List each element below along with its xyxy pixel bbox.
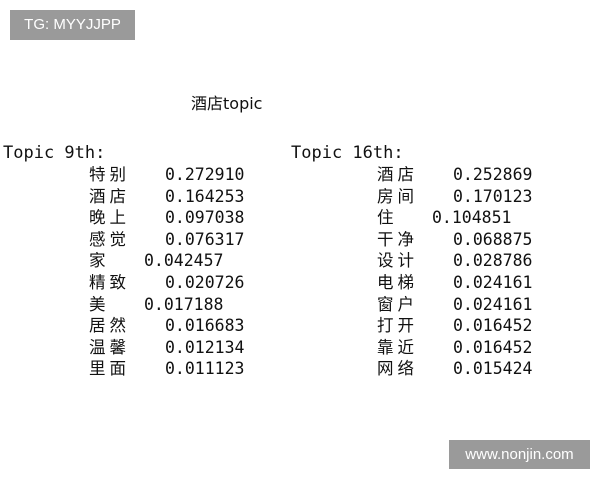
list-item: 打开 0.016452 [291,315,532,337]
topic-weight: 0.164253 [165,186,245,206]
list-item: 精致 0.020726 [3,272,244,294]
topic-heading: Topic 9th: [3,143,106,163]
topic-weight: 0.097038 [165,208,245,228]
topic-heading: Topic 16th: [291,143,404,163]
list-item: 感觉 0.076317 [3,229,244,251]
topic-weight: 0.252869 [453,165,533,184]
list-item: 居然 0.016683 [3,315,244,337]
topic-weight: 0.068875 [453,229,533,249]
topic-weight: 0.170123 [453,186,533,206]
topic-word: 温馨 [89,337,130,357]
topic-weight: 0.012134 [165,337,245,357]
topic-word: 酒店 [89,186,130,206]
list-item: 里面 0.011123 [3,358,244,380]
topic-word: 网络 [377,359,418,379]
topic-word: 感觉 [89,229,130,249]
topic-word: 家 [89,251,110,271]
page-title: 酒店topic [191,94,263,113]
topic-word: 酒店 [377,165,418,184]
topic-weight: 0.076317 [165,229,245,249]
topic-weight: 0.024161 [453,272,533,292]
topic-word: 房间 [377,186,418,206]
topic-block-16th: Topic 16th: 酒店 0.252869 房间 0.170123 住 0.104… [291,142,532,380]
topic-word: 打开 [377,316,418,336]
list-item: 温馨 0.012134 [3,337,244,359]
list-item: 晚上 0.097038 [3,207,244,229]
list-item: 靠近 0.016452 [291,337,532,359]
list-item: 住 0.104851 [291,207,511,229]
topic-word: 住 [377,208,398,228]
topic-word: 精致 [89,272,130,292]
list-item: 酒店 0.164253 [3,186,244,208]
list-item: 电梯 0.024161 [291,272,532,294]
topic-word: 干净 [377,229,418,249]
topic-weight: 0.104851 [432,208,512,228]
list-item: 美 0.017188 [3,294,223,316]
topic-word: 里面 [89,359,130,379]
topic-weight: 0.016683 [165,316,245,336]
topic-block-9th: Topic 9th: 特别 0.272910 酒店 0.164253 晚上 0.097… [3,142,244,380]
topic-word: 居然 [89,316,130,336]
topic-word: 特别 [89,165,130,184]
topic-weight: 0.272910 [165,165,245,184]
topic-weight: 0.016452 [453,316,533,336]
topic-weight: 0.024161 [453,294,533,314]
list-item: 家 0.042457 [3,250,223,272]
topic-weight: 0.015424 [453,359,533,379]
topic-word: 靠近 [377,337,418,357]
topic-word: 晚上 [89,208,130,228]
list-item: 设计 0.028786 [291,250,532,272]
topic-word: 设计 [377,251,418,271]
topic-word: 美 [89,294,110,314]
topic-weight: 0.016452 [453,337,533,357]
topic-weight: 0.011123 [165,359,245,379]
list-item: 房间 0.170123 [291,186,532,208]
list-item: 酒店 0.252869 [291,164,532,186]
topic-weight: 0.042457 [144,251,224,271]
list-item: 特别 0.272910 [3,164,244,186]
topic-word: 电梯 [377,272,418,292]
topic-weight: 0.017188 [144,294,224,314]
list-item: 网络 0.015424 [291,358,532,380]
topic-word: 窗户 [377,294,418,314]
watermark-bottom: www.nonjin.com [449,440,590,469]
topic-weight: 0.020726 [165,272,245,292]
topic-weight: 0.028786 [453,251,533,271]
list-item: 干净 0.068875 [291,229,532,251]
watermark-top: TG: MYYJJPP [10,10,135,40]
list-item: 窗户 0.024161 [291,294,532,316]
